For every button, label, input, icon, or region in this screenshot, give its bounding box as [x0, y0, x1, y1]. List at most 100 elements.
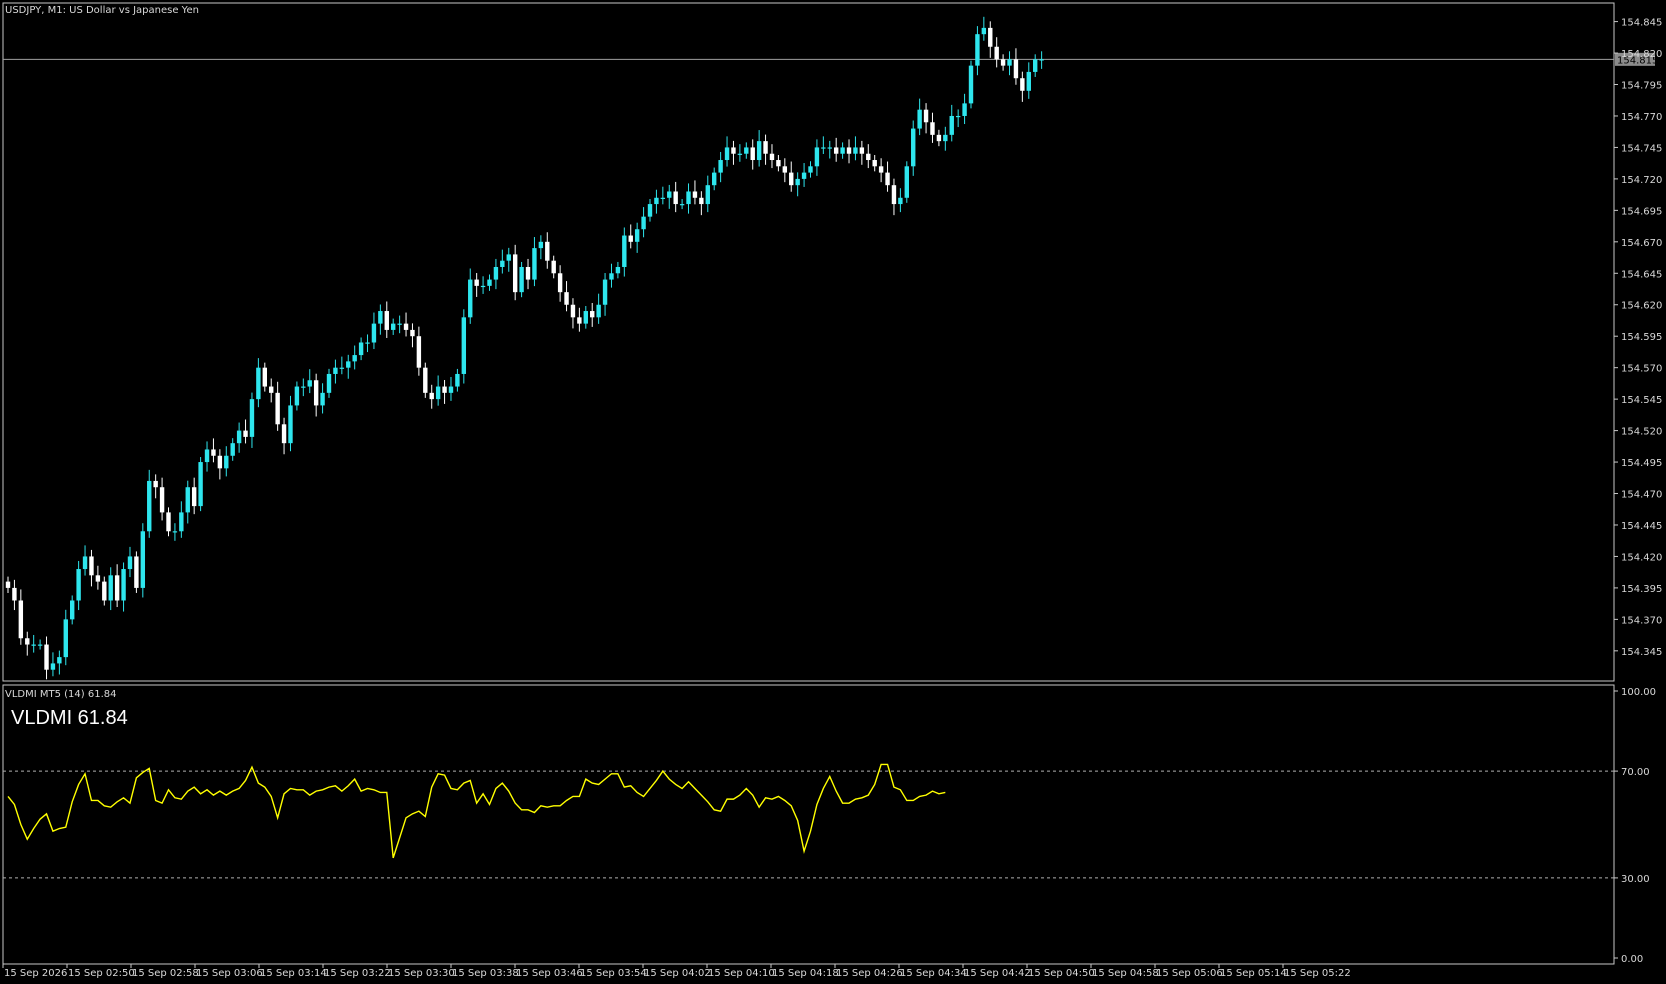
time-tick-label: 15 Sep 05:06: [1156, 968, 1223, 979]
candle-body: [1013, 59, 1019, 79]
price-tick-label: 154.745: [1621, 143, 1662, 154]
candle-body: [455, 373, 460, 387]
price-tick-label: 154.820: [1621, 49, 1662, 60]
candle-body: [634, 229, 640, 242]
candle-body: [44, 644, 49, 670]
symbol-title: USDJPY, M1: US Dollar vs Japanese Yen: [5, 5, 199, 16]
candle-body: [712, 172, 717, 186]
indicator-tick-label: 30.00: [1621, 874, 1650, 885]
chart-background: [0, 0, 1666, 984]
candle-body: [448, 386, 454, 393]
candle-body: [468, 279, 473, 318]
candle-body: [763, 141, 768, 154]
candle-body: [365, 342, 370, 344]
candle-body: [140, 531, 146, 588]
candle-body: [480, 285, 486, 288]
price-tick-label: 154.445: [1621, 521, 1662, 532]
candle-body: [968, 65, 974, 104]
candle-body: [988, 27, 993, 47]
candle-body: [891, 185, 897, 205]
candle-body: [307, 380, 312, 387]
candle-body: [795, 178, 800, 186]
candle-body: [416, 336, 422, 368]
candle-body: [590, 311, 595, 318]
candle-body: [493, 266, 499, 280]
candle-body: [904, 166, 909, 198]
time-tick-label: 15 Sep 03:30: [388, 968, 455, 979]
candle-body: [301, 386, 306, 388]
candle-body: [76, 569, 81, 601]
candle-body: [808, 166, 813, 173]
candle-body: [352, 355, 357, 362]
candle-body: [127, 556, 133, 570]
candle-body: [801, 172, 807, 179]
candle-body: [474, 279, 479, 286]
time-tick-label: 15 Sep 04:58: [1092, 968, 1159, 979]
candle-body: [789, 172, 794, 186]
candle-body: [930, 122, 935, 135]
candle-body: [95, 575, 101, 582]
candle-body: [423, 367, 428, 393]
candle-body: [326, 373, 332, 393]
time-tick-label: 15 Sep 05:14: [1220, 968, 1287, 979]
candle-body: [224, 455, 229, 469]
price-tick-label: 154.620: [1621, 301, 1662, 312]
time-tick-label: 15 Sep 04:10: [708, 968, 775, 979]
candle-body: [551, 260, 556, 274]
candle-body: [570, 304, 576, 318]
candle-body: [102, 581, 107, 601]
candle-body: [5, 581, 11, 588]
time-tick-label: 15 Sep 02:58: [132, 968, 199, 979]
candle-body: [564, 292, 569, 305]
candle-body: [673, 191, 678, 205]
candle-body: [583, 311, 588, 324]
price-tick-label: 154.595: [1621, 332, 1662, 343]
time-tick-label: 15 Sep 04:50: [1028, 968, 1095, 979]
candle-body: [981, 27, 987, 35]
candle-body: [731, 147, 736, 154]
chart-window[interactable]: USDJPY, M1: US Dollar vs Japanese Yen VL…: [0, 0, 1666, 984]
candle-body: [827, 147, 832, 149]
candle-body: [506, 254, 511, 261]
candle-body: [936, 134, 942, 142]
candle-body: [833, 147, 839, 154]
candle-body: [853, 147, 858, 154]
candle-body: [63, 619, 68, 658]
candle-body: [737, 153, 743, 155]
indicator-tick-label: 0.00: [1621, 954, 1643, 965]
candle-body: [172, 531, 178, 533]
candle-body: [191, 487, 197, 507]
candle-body: [269, 386, 274, 393]
indicator-value-label: VLDMI 61.84: [11, 707, 128, 729]
candle-body: [1020, 78, 1025, 91]
candle-body: [943, 134, 948, 142]
price-tick-label: 154.420: [1621, 552, 1662, 563]
candle-body: [615, 266, 621, 274]
candle-body: [699, 197, 704, 205]
time-tick-label: 15 Sep 02:50: [68, 968, 135, 979]
price-tick-label: 154.545: [1621, 395, 1662, 406]
candle-body: [358, 342, 364, 356]
candle-body: [1039, 59, 1044, 61]
candle-body: [108, 575, 113, 601]
candle-body: [410, 329, 415, 337]
candle-body: [211, 449, 216, 456]
candle-body: [756, 141, 762, 161]
price-tick-label: 154.395: [1621, 584, 1662, 595]
time-tick-label: 15 Sep 04:42: [964, 968, 1031, 979]
candle-body: [57, 657, 62, 664]
candle-body: [538, 241, 544, 249]
candle-body: [744, 147, 749, 154]
price-tick-label: 154.795: [1621, 81, 1662, 92]
candle-body: [487, 279, 492, 286]
price-tick-label: 154.720: [1621, 175, 1662, 186]
candle-body: [911, 128, 916, 167]
time-tick-label: 15 Sep 03:06: [196, 968, 263, 979]
candle-body: [917, 109, 922, 129]
candle-body: [288, 405, 293, 444]
candle-body: [236, 430, 242, 444]
candle-body: [243, 430, 248, 437]
candle-body: [750, 147, 755, 161]
candle-body: [718, 160, 723, 173]
price-tick-label: 154.770: [1621, 112, 1662, 123]
